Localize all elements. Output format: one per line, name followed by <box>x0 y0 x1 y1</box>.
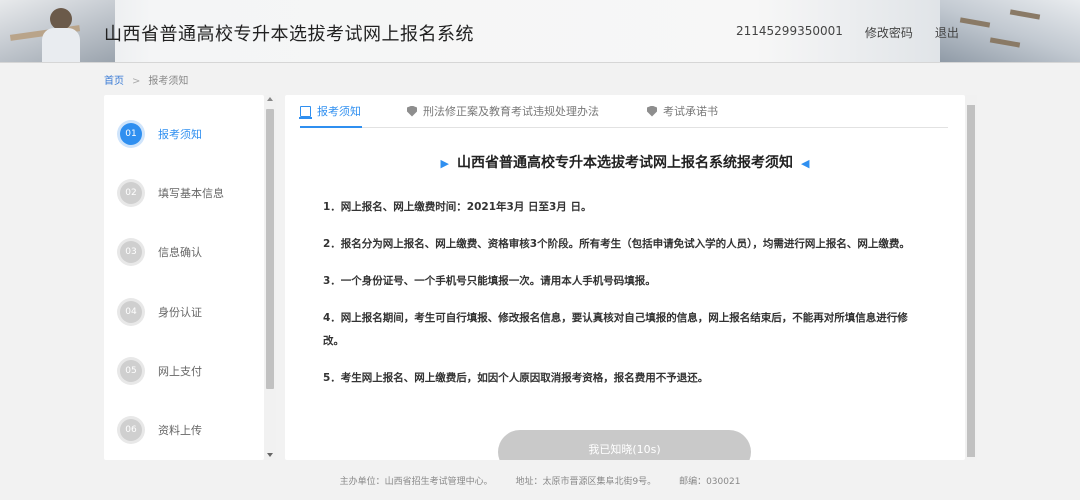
notice-item: 1．网上报名、网上缴费时间：2021年3月 日至3月 日。 <box>323 201 592 213</box>
header-photo-left <box>0 0 115 62</box>
breadcrumb-separator: > <box>132 76 141 87</box>
footer-postcode: 邮编：030021 <box>679 477 741 487</box>
step-label: 身份认证 <box>158 306 202 319</box>
shield-icon <box>647 105 657 117</box>
step-item-identity[interactable]: 04 身份认证 <box>120 300 202 324</box>
step-number: 01 <box>120 123 142 145</box>
header-photo-right <box>940 0 1080 62</box>
tab-notice[interactable]: 报考须知 <box>299 103 361 119</box>
footer: 主办单位：山西省招生考试管理中心。 地址：太原市晋源区集阜北街9号。 邮编：03… <box>0 474 1080 487</box>
step-label: 网上支付 <box>158 365 202 378</box>
main-panel: 报考须知 刑法修正案及教育考试违规处理办法 考试承诺书 ▶ 山西省普通高校专升本选… <box>285 95 965 460</box>
notice-title: ▶ 山西省普通高校专升本选拔考试网上报名系统报考须知 ◀ <box>285 152 965 172</box>
site-title: 山西省普通高校专升本选拔考试网上报名系统 <box>104 24 474 45</box>
tab-label: 报考须知 <box>317 105 361 118</box>
tab-pledge[interactable]: 考试承诺书 <box>647 103 718 119</box>
scrollbar-thumb[interactable] <box>266 109 274 389</box>
scrollbar-thumb[interactable] <box>967 105 975 457</box>
step-item-upload[interactable]: 06 资料上传 <box>120 418 202 442</box>
main-scrollbar[interactable] <box>965 95 977 460</box>
step-number: 02 <box>120 182 142 204</box>
footer-host: 主办单位：山西省招生考试管理中心。 <box>339 477 493 487</box>
step-label: 填写基本信息 <box>158 187 224 200</box>
breadcrumb: 首页 > 报考须知 <box>104 72 188 87</box>
scroll-down-icon[interactable] <box>267 453 273 457</box>
shield-icon <box>407 105 417 117</box>
step-number: 05 <box>120 360 142 382</box>
scroll-up-icon[interactable] <box>267 97 273 101</box>
tab-label: 刑法修正案及教育考试违规处理办法 <box>423 105 599 118</box>
notice-items: 1．网上报名、网上缴费时间：2021年3月 日至3月 日。 2．报名分为网上报名… <box>323 196 928 404</box>
step-item-notice[interactable]: 01 报考须知 <box>120 122 202 146</box>
notice-title-text: 山西省普通高校专升本选拔考试网上报名系统报考须知 <box>457 155 793 171</box>
step-label: 资料上传 <box>158 424 202 437</box>
header-user-area: 21145299350001 修改密码 退出 <box>736 24 959 41</box>
notice-item: 5．考生网上报名、网上缴费后，如因个人原因取消报考资格，报名费用不予退还。 <box>323 372 709 384</box>
step-number: 06 <box>120 419 142 441</box>
notice-item: 4．网上报名期间，考生可自行填报、修改报名信息，要认真核对自己填报的信息，网上报… <box>323 312 908 347</box>
book-icon <box>299 105 312 119</box>
header-bar: 山西省普通高校专升本选拔考试网上报名系统 21145299350001 修改密码… <box>0 0 1080 63</box>
step-number: 04 <box>120 301 142 323</box>
tab-label: 考试承诺书 <box>663 105 718 118</box>
tab-bar: 报考须知 刑法修正案及教育考试违规处理办法 考试承诺书 <box>299 95 948 128</box>
footer-address: 地址：太原市晋源区集阜北街9号。 <box>515 477 657 487</box>
breadcrumb-current: 报考须知 <box>148 76 189 87</box>
notice-item: 2．报名分为网上报名、网上缴费、资格审核3个阶段。所有考生（包括申请免试入学的人… <box>323 238 910 250</box>
step-item-basic-info[interactable]: 02 填写基本信息 <box>120 181 224 205</box>
acknowledge-button[interactable]: 我已知晓(10s) <box>498 430 751 460</box>
step-item-payment[interactable]: 05 网上支付 <box>120 359 202 383</box>
active-tab-indicator <box>300 126 362 128</box>
step-label: 信息确认 <box>158 246 202 259</box>
steps-scrollbar[interactable] <box>264 95 276 460</box>
breadcrumb-home-link[interactable]: 首页 <box>104 76 124 87</box>
step-item-confirm[interactable]: 03 信息确认 <box>120 240 202 264</box>
change-password-link[interactable]: 修改密码 <box>865 24 913 41</box>
tab-criminal-law[interactable]: 刑法修正案及教育考试违规处理办法 <box>407 103 599 119</box>
triangle-right-icon: ▶ <box>440 157 449 170</box>
step-number: 03 <box>120 241 142 263</box>
steps-sidebar: 01 报考须知 02 填写基本信息 03 信息确认 04 身份认证 05 网上支… <box>104 95 264 460</box>
logout-link[interactable]: 退出 <box>935 24 959 41</box>
step-label: 报考须知 <box>158 128 202 141</box>
notice-item: 3．一个身份证号、一个手机号只能填报一次。请用本人手机号码填报。 <box>323 275 656 287</box>
user-id: 21145299350001 <box>736 24 843 38</box>
triangle-left-icon: ◀ <box>801 157 810 170</box>
